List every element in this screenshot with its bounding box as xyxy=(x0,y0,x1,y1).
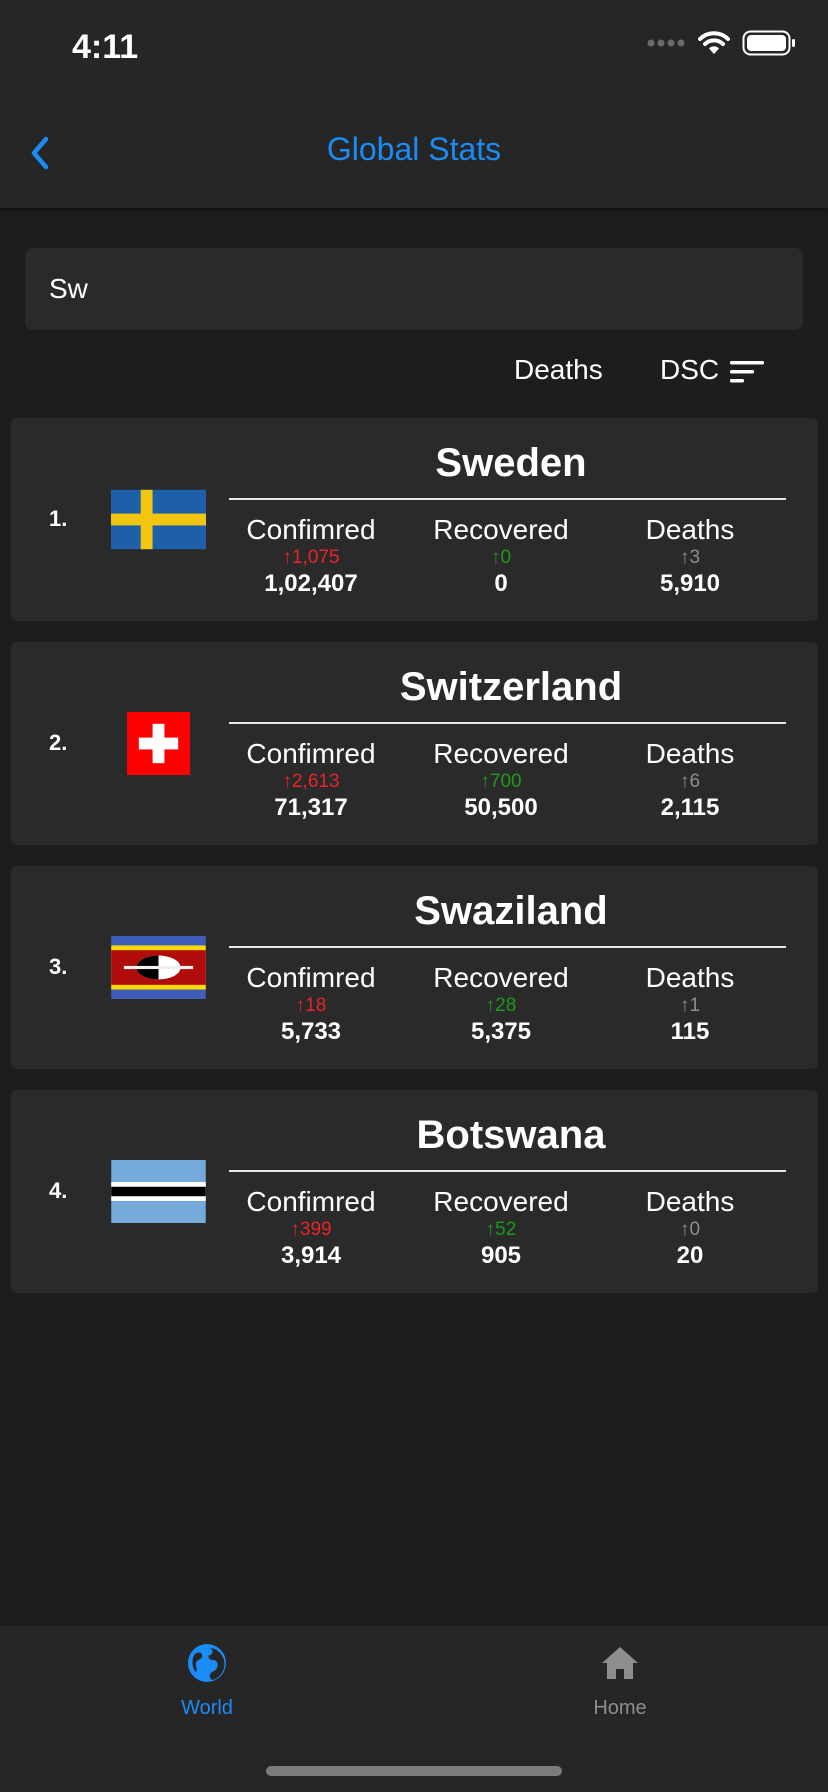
confirmed-delta: ↑18 xyxy=(295,995,327,1016)
confirmed-delta: ↑399 xyxy=(290,1219,332,1240)
recovered-label: Recovered xyxy=(433,738,569,769)
confirmed-label: Confimred xyxy=(246,962,376,993)
rank-number: 1. xyxy=(49,506,68,531)
switzerland-flag-icon xyxy=(127,712,190,775)
deaths-label: Deaths xyxy=(645,1186,735,1217)
recovered-value: 905 xyxy=(480,1242,522,1269)
botswana-flag-icon xyxy=(111,1160,206,1223)
country-card[interactable]: 4. Botswana Confimred ↑399 3,914 Recover… xyxy=(11,1090,818,1293)
deaths-delta: ↑1 xyxy=(679,995,701,1016)
deaths-delta: ↑0 xyxy=(679,1219,701,1240)
deaths-stat: Deaths ↑0 20 xyxy=(595,1186,785,1270)
recovered-stat: Recovered ↑0 0 xyxy=(406,514,596,598)
deaths-value: 115 xyxy=(670,1018,710,1045)
recovered-label: Recovered xyxy=(433,514,569,545)
deaths-stat: Deaths ↑6 2,115 xyxy=(595,738,785,822)
sort-order-button[interactable]: DSC xyxy=(660,354,719,386)
divider xyxy=(229,1170,786,1172)
country-name: Sweden xyxy=(435,441,587,485)
status-time: 4:11 xyxy=(72,28,139,66)
deaths-value: 20 xyxy=(676,1242,704,1269)
sweden-flag-icon xyxy=(111,489,206,550)
confirmed-value: 3,914 xyxy=(280,1242,342,1269)
recovered-stat: Recovered ↑28 5,375 xyxy=(406,962,596,1046)
recovered-delta: ↑700 xyxy=(480,771,522,792)
home-icon xyxy=(602,1647,638,1679)
recovered-delta: ↑0 xyxy=(490,547,512,568)
confirmed-delta: ↑2,613 xyxy=(282,771,340,792)
deaths-label: Deaths xyxy=(645,514,735,545)
sort-field-button[interactable]: Deaths xyxy=(514,354,603,386)
deaths-value: 5,910 xyxy=(659,570,721,597)
deaths-label: Deaths xyxy=(645,738,735,769)
confirmed-value: 71,317 xyxy=(274,794,348,821)
swaziland-flag-icon xyxy=(111,936,206,999)
confirmed-stat: Confimred ↑1,075 1,02,407 xyxy=(216,514,406,598)
recovered-label: Recovered xyxy=(433,962,569,993)
search-input[interactable] xyxy=(49,273,779,305)
confirmed-value: 1,02,407 xyxy=(264,570,358,597)
confirmed-label: Confimred xyxy=(246,514,376,545)
status-bar: 4:11 xyxy=(0,0,828,95)
recovered-stat: Recovered ↑52 905 xyxy=(406,1186,596,1270)
navigation-bar: Global Stats xyxy=(0,95,828,208)
confirmed-stat: Confimred ↑2,613 71,317 xyxy=(216,738,406,822)
page-title: Global Stats xyxy=(326,131,502,167)
deaths-stat: Deaths ↑3 5,910 xyxy=(595,514,785,598)
tab-world[interactable]: World xyxy=(117,1642,297,1720)
confirmed-label: Confimred xyxy=(246,1186,376,1217)
globe-icon xyxy=(188,1644,226,1682)
home-indicator xyxy=(266,1766,562,1776)
tab-home-label: Home xyxy=(593,1697,647,1719)
country-card[interactable]: 1. Sweden Confimred ↑1,075 1,02,407 Reco… xyxy=(11,418,818,621)
deaths-stat: Deaths ↑1 115 xyxy=(595,962,785,1046)
rank-number: 4. xyxy=(49,1178,68,1203)
country-card[interactable]: 3. Swaziland Confimred ↑18 5,733 Recover… xyxy=(11,866,818,1069)
country-card[interactable]: 2. Switzerland Confimred ↑2,613 71,317 R… xyxy=(11,642,818,845)
country-name: Swaziland xyxy=(414,889,608,933)
search-field[interactable] xyxy=(25,248,803,330)
country-name: Switzerland xyxy=(399,665,623,709)
recovered-stat: Recovered ↑700 50,500 xyxy=(406,738,596,822)
recovered-delta: ↑28 xyxy=(485,995,517,1016)
confirmed-stat: Confimred ↑399 3,914 xyxy=(216,1186,406,1270)
country-name: Botswana xyxy=(416,1113,606,1157)
wifi-icon xyxy=(698,31,730,54)
confirmed-label: Confimred xyxy=(246,738,376,769)
confirmed-delta: ↑1,075 xyxy=(282,547,340,568)
tab-world-label: World xyxy=(181,1697,233,1719)
deaths-value: 2,115 xyxy=(660,794,720,821)
recovered-value: 5,375 xyxy=(470,1018,532,1045)
sort-icon[interactable] xyxy=(728,358,766,386)
recovered-value: 0 xyxy=(494,570,508,597)
country-list: 1. Sweden Confimred ↑1,075 1,02,407 Reco… xyxy=(11,418,818,1314)
deaths-delta: ↑3 xyxy=(679,547,701,568)
rank-number: 2. xyxy=(49,730,68,755)
deaths-label: Deaths xyxy=(645,962,735,993)
battery-icon xyxy=(742,30,795,56)
divider xyxy=(229,498,786,500)
recovered-label: Recovered xyxy=(433,1186,569,1217)
rank-number: 3. xyxy=(49,954,68,979)
cellular-signal-icon xyxy=(647,39,685,47)
divider xyxy=(229,946,786,948)
confirmed-stat: Confimred ↑18 5,733 xyxy=(216,962,406,1046)
recovered-value: 50,500 xyxy=(464,794,538,821)
divider xyxy=(229,722,786,724)
status-icons xyxy=(646,30,796,56)
confirmed-value: 5,733 xyxy=(280,1018,342,1045)
deaths-delta: ↑6 xyxy=(679,771,701,792)
tab-home[interactable]: Home xyxy=(530,1642,710,1720)
recovered-delta: ↑52 xyxy=(485,1219,517,1240)
